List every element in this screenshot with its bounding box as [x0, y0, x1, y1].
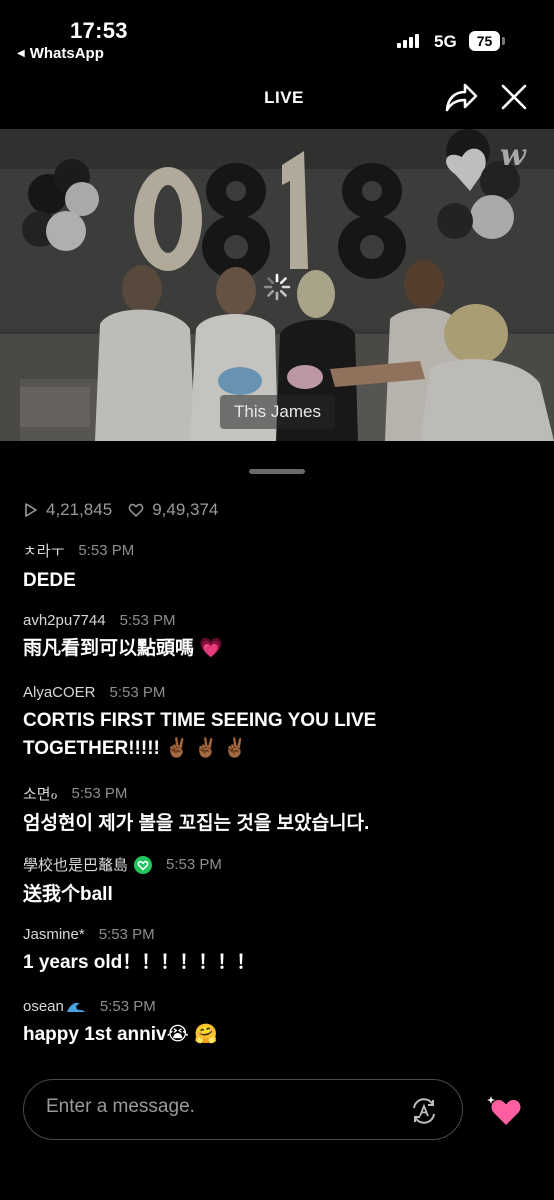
battery-icon: 75 — [469, 31, 500, 51]
comment-item: avh2pu7744 5:53 PM 雨凡看到可以點頭嗎 💗 — [23, 612, 543, 663]
comment-item: osean 5:53 PM happy 1st anniv😭 🤗 — [23, 998, 543, 1049]
comment-user[interactable]: Jasmine* — [23, 926, 85, 943]
comment-text: 送我个ball — [23, 884, 113, 905]
comment-time: 5:53 PM — [98, 926, 155, 943]
verified-heart-badge — [134, 855, 153, 874]
cellular-signal-icon — [397, 34, 419, 48]
comment-user[interactable]: avh2pu7744 — [23, 612, 106, 629]
drag-handle[interactable] — [249, 469, 305, 474]
comment-user[interactable]: AlyaCOER — [23, 684, 96, 701]
comment-time: 5:53 PM — [119, 612, 176, 629]
comment-user[interactable]: 소면ℴ — [23, 783, 58, 804]
live-stats: 4,21,845 9,49,374 — [24, 500, 218, 520]
translate-icon[interactable] — [409, 1096, 439, 1126]
sparkle-heart-icon[interactable] — [484, 1092, 524, 1128]
comment-item: 소면ℴ 5:53 PM 엄성현이 제가 볼을 꼬집는 것을 보았습니다. — [23, 783, 543, 838]
comment-item: 學校也是巴鼇島 5:53 PM 送我个ball — [23, 854, 543, 909]
status-time: 17:53 — [70, 18, 128, 43]
comment-emoji: 💗 — [199, 638, 223, 659]
comment-item: AlyaCOER 5:53 PM CORTIS FIRST TIME SEEING… — [23, 684, 543, 763]
comment-user[interactable]: osean — [23, 998, 64, 1015]
comment-time: 5:53 PM — [99, 998, 156, 1015]
comment-time: 5:53 PM — [109, 684, 166, 701]
comment-user[interactable]: 學校也是巴鼇島 — [23, 854, 128, 875]
comment-time: 5:53 PM — [71, 785, 128, 802]
comment-time: 5:53 PM — [166, 856, 222, 873]
comment-text: 雨凡看到可以點頭嗎 — [23, 638, 195, 659]
play-icon — [25, 503, 37, 517]
close-icon[interactable] — [499, 82, 529, 112]
wave-icon — [66, 1002, 85, 1012]
back-to-app-link[interactable]: ◀ WhatsApp — [17, 45, 104, 62]
battery-tip — [502, 37, 505, 45]
comment-time: 5:53 PM — [78, 542, 135, 559]
loading-spinner-icon — [263, 273, 291, 301]
share-arrow-icon[interactable] — [443, 80, 479, 114]
back-app-label: WhatsApp — [29, 45, 104, 62]
comment-item: Jasmine* 5:53 PM 1 years old！！！！！！！ — [23, 926, 543, 977]
comment-text: 1 years old！！！！！！！ — [23, 952, 256, 973]
message-input[interactable] — [46, 1096, 376, 1118]
comment-text: DEDE — [23, 570, 76, 591]
heart-outline-icon — [128, 503, 144, 517]
comment-emoji: 😭 🤗 — [166, 1024, 218, 1045]
comment-user[interactable]: ㅊ라ㅜ — [23, 540, 64, 561]
like-count: 9,49,374 — [152, 500, 219, 519]
video-caption: This James — [220, 395, 335, 429]
view-count: 4,21,845 — [46, 500, 113, 519]
network-type: 5G — [434, 32, 457, 51]
comment-item: ㅊ라ㅜ 5:53 PM DEDE — [23, 540, 543, 595]
back-triangle-icon: ◀ — [17, 48, 25, 59]
comment-emoji: ✌🏾 ✌🏾 ✌🏾 — [165, 738, 247, 759]
comment-text: happy 1st anniv — [23, 1024, 167, 1045]
comment-text: 엄성현이 제가 볼을 꼬집는 것을 보았습니다. — [23, 813, 370, 834]
